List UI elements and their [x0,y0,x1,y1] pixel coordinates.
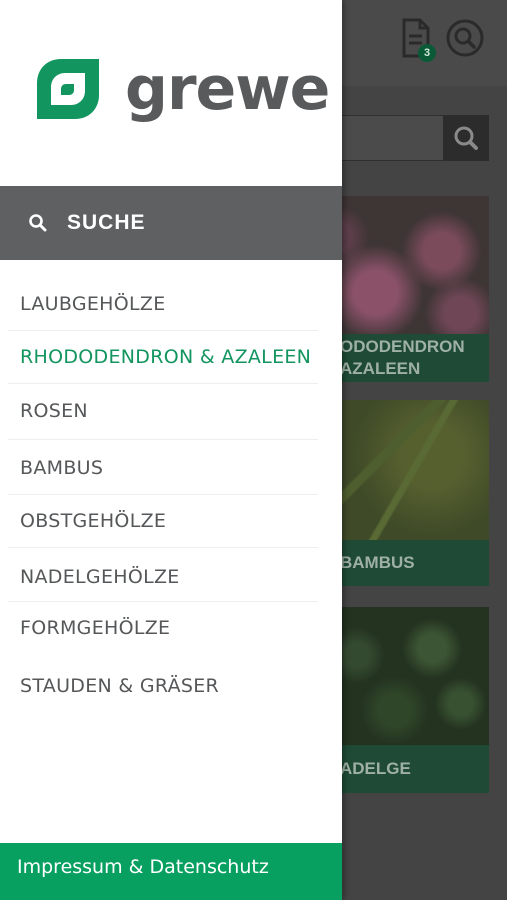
tile-label-line1: ODODENDRON [340,337,465,356]
imprint-privacy-link[interactable]: Impressum & Datenschutz [0,843,342,900]
menu-item-stauden-graeser[interactable]: STAUDEN & GRÄSER [8,654,318,706]
menu-item-rhododendron-azaleen[interactable]: RHODODENDRON & AZALEEN [8,331,318,384]
menu-item-formgehoelze[interactable]: FORMGEHÖLZE [8,602,318,654]
drawer-search-button[interactable]: SUCHE [0,186,342,260]
search-icon [29,214,47,232]
leaf-logo-icon [37,59,99,119]
menu-item-nadelgehoelze[interactable]: NADELGEHÖLZE [8,548,318,602]
search-icon[interactable] [445,18,484,60]
search-submit-button[interactable] [443,115,489,161]
tile-label-line2: AZALEEN [340,359,421,378]
brand-name: grewe [125,54,330,124]
menu-item-bambus[interactable]: BAMBUS [8,440,318,495]
menu-item-laubgehoelze[interactable]: LAUBGEHÖLZE [8,278,318,331]
cart-count-badge: 3 [418,44,436,62]
search-label: SUCHE [67,211,146,234]
navigation-drawer: grewe SUCHE LAUBGEHÖLZE RHODODENDRON & A… [0,0,342,900]
category-menu: LAUBGEHÖLZE RHODODENDRON & AZALEEN ROSEN… [8,278,318,706]
magnifier-icon [454,126,478,150]
brand-logo[interactable]: grewe [33,55,330,125]
menu-item-rosen[interactable]: ROSEN [8,384,318,440]
menu-item-obstgehoelze[interactable]: OBSTGEHÖLZE [8,495,318,548]
